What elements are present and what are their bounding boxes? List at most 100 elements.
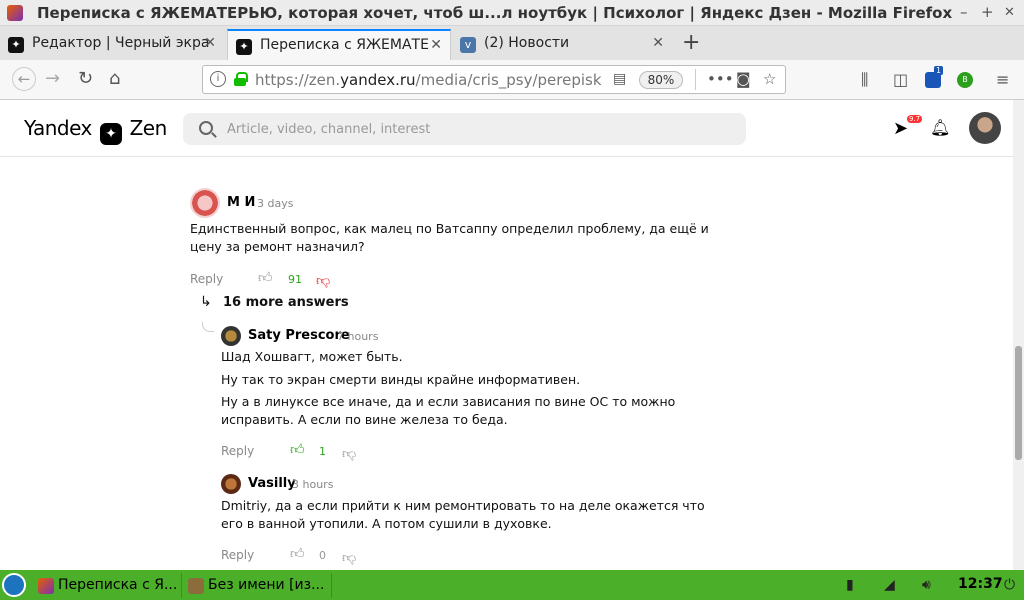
comment-text-line: Единственный вопрос, как малец по Ватсап… bbox=[190, 221, 709, 236]
reader-view-icon[interactable]: ▤ bbox=[613, 71, 626, 87]
home-button[interactable]: ⌂ bbox=[109, 68, 120, 89]
like-count: 0 bbox=[319, 549, 326, 562]
dislike-icon[interactable]: 👎︎ bbox=[316, 272, 330, 289]
comment-text-line: Шад Хошвагт, может быть. bbox=[221, 349, 403, 364]
lock-icon[interactable] bbox=[234, 72, 248, 86]
tab-current-article[interactable]: ✦ Переписка с ЯЖЕМАТЕ ✕ bbox=[227, 29, 451, 60]
reply-button[interactable]: Reply bbox=[221, 548, 254, 562]
like-icon[interactable]: 👍︎ bbox=[258, 269, 273, 286]
clock[interactable]: 12:37 bbox=[958, 576, 1003, 592]
thread-connector bbox=[202, 322, 214, 332]
bookmark-star-icon[interactable]: ☆ bbox=[763, 70, 776, 88]
dislike-icon[interactable]: 👎︎ bbox=[342, 549, 356, 566]
pocket-icon[interactable]: ◙ bbox=[736, 70, 751, 88]
taskbar-item-firefox[interactable]: Переписка с Я... bbox=[36, 573, 182, 598]
like-icon[interactable]: 👍︎ bbox=[290, 545, 305, 562]
menu-icon[interactable]: ≡ bbox=[996, 70, 1009, 89]
comment-text-line: цену за ремонт назначил? bbox=[190, 239, 365, 254]
reply-button[interactable]: Reply bbox=[221, 444, 254, 458]
tab-label: (2) Новости bbox=[484, 35, 570, 51]
power-icon[interactable]: ⏻ bbox=[1004, 577, 1015, 593]
tab-label: Переписка с ЯЖЕМАТЕ bbox=[260, 37, 429, 53]
editor-icon bbox=[188, 578, 204, 594]
tab-vk-news[interactable]: v (2) Новости ✕ bbox=[452, 29, 672, 60]
comment-time: 7 hours bbox=[337, 330, 379, 343]
zen-header: Yandex ✦ Zen ➤ 9.7 🔔︎ bbox=[0, 100, 1013, 157]
network-signal-icon[interactable]: ◢ bbox=[884, 577, 895, 593]
extension-badge: 1 bbox=[934, 66, 944, 75]
divider bbox=[695, 69, 696, 90]
minimize-button[interactable]: – bbox=[960, 3, 968, 21]
dislike-icon[interactable]: 👎︎ bbox=[342, 445, 356, 462]
vk-icon: v bbox=[460, 37, 476, 53]
search-icon bbox=[199, 121, 213, 135]
tab-strip: ✦ Редактор | Черный экра ✕ ✦ Переписка с… bbox=[0, 26, 1024, 60]
scrollbar-thumb[interactable] bbox=[1015, 346, 1022, 460]
logo-text-zen: Zen bbox=[129, 116, 168, 140]
yandex-zen-logo[interactable]: Yandex ✦ Zen bbox=[24, 116, 167, 145]
page-actions-icon[interactable]: ••• bbox=[707, 70, 734, 88]
sidebar-icon[interactable]: ◫ bbox=[893, 70, 908, 89]
url-text[interactable]: https://zen.yandex.ru/media/cris_psy/per… bbox=[255, 71, 605, 89]
zen-icon: ✦ bbox=[8, 37, 24, 53]
window-title: Переписка с ЯЖЕМАТЕРЬЮ, которая хочет, ч… bbox=[37, 4, 953, 22]
tab-label: Редактор | Черный экра bbox=[32, 35, 210, 51]
close-tab-icon[interactable]: ✕ bbox=[430, 37, 442, 53]
comment-text-line: Ну так то экран смерти винды крайне инфо… bbox=[221, 372, 581, 387]
close-window-button[interactable]: ✕ bbox=[1004, 5, 1015, 20]
firefox-icon bbox=[7, 5, 23, 21]
start-menu-button[interactable] bbox=[2, 573, 26, 597]
comment-time: 3 hours bbox=[292, 478, 334, 491]
navigation-toolbar: ← → ↻ ⌂ i https://zen.yandex.ru/media/cr… bbox=[0, 60, 1024, 100]
address-bar[interactable]: i https://zen.yandex.ru/media/cris_psy/p… bbox=[202, 65, 786, 94]
library-icon[interactable]: ⫼ bbox=[861, 70, 868, 90]
firefox-icon bbox=[38, 578, 54, 594]
maximize-button[interactable]: + bbox=[981, 3, 994, 21]
reply-button[interactable]: Reply bbox=[190, 272, 223, 286]
taskbar-item-editor[interactable]: Без имени [из... bbox=[186, 573, 332, 598]
reload-button[interactable]: ↻ bbox=[78, 68, 93, 89]
comment-text-line: его в ванной утопили. А потом сушили в д… bbox=[221, 516, 552, 531]
search-input[interactable] bbox=[227, 119, 707, 139]
window-titlebar: Переписка с ЯЖЕМАТЕРЬЮ, которая хочет, ч… bbox=[0, 0, 1024, 26]
messages-badge: 9.7 bbox=[907, 115, 923, 123]
page-scrollbar[interactable] bbox=[1013, 100, 1024, 570]
new-tab-button[interactable]: + bbox=[682, 30, 700, 55]
taskbar: Переписка с Я... Без имени [из... ▮ ◢ 🔊︎… bbox=[0, 570, 1024, 600]
avatar[interactable] bbox=[221, 326, 241, 346]
comment-text-line: Ну а в линуксе все иначе, да и если зави… bbox=[221, 394, 676, 409]
bell-icon[interactable]: 🔔︎ bbox=[930, 118, 950, 137]
like-count: 91 bbox=[288, 273, 302, 286]
taskbar-item-label: Переписка с Я... bbox=[58, 577, 178, 593]
close-tab-icon[interactable]: ✕ bbox=[204, 35, 216, 51]
search-box[interactable] bbox=[183, 113, 746, 145]
comment-text-line: Dmitriy, да а если прийти к ним ремонтир… bbox=[221, 498, 705, 513]
more-answers-link[interactable]: 16 more answers bbox=[223, 295, 349, 310]
zen-star-icon: ✦ bbox=[99, 123, 122, 145]
extension-green-icon[interactable]: B bbox=[957, 72, 973, 88]
comment-author[interactable]: М И bbox=[227, 195, 255, 210]
user-avatar[interactable] bbox=[969, 112, 1001, 144]
battery-icon[interactable]: ▮ bbox=[846, 577, 854, 593]
zoom-level-button[interactable]: 80% bbox=[639, 71, 683, 89]
like-count: 1 bbox=[319, 445, 326, 458]
reply-arrow-icon: ↳ bbox=[200, 294, 212, 310]
comment-author[interactable]: Vasilly bbox=[248, 476, 296, 491]
tab-editor[interactable]: ✦ Редактор | Черный экра ✕ bbox=[0, 29, 224, 60]
zen-icon: ✦ bbox=[236, 39, 252, 55]
avatar[interactable] bbox=[190, 188, 220, 218]
web-page: Yandex ✦ Zen ➤ 9.7 🔔︎ М И 3 days Единств… bbox=[0, 100, 1013, 570]
messages-icon[interactable]: ➤ bbox=[893, 118, 908, 139]
volume-icon[interactable]: 🔊︎ bbox=[922, 577, 931, 593]
comment-author[interactable]: Saty Prescore bbox=[248, 328, 350, 343]
close-tab-icon[interactable]: ✕ bbox=[652, 35, 664, 51]
logo-text-yandex: Yandex bbox=[24, 116, 92, 140]
back-button[interactable]: ← bbox=[12, 67, 36, 91]
forward-button[interactable]: → bbox=[45, 68, 60, 89]
avatar[interactable] bbox=[221, 474, 241, 494]
info-icon[interactable]: i bbox=[210, 71, 226, 87]
taskbar-item-label: Без имени [из... bbox=[208, 577, 325, 593]
comment-text-line: исправить. А если по вине железа то беда… bbox=[221, 412, 508, 427]
like-icon[interactable]: 👍︎ bbox=[290, 441, 305, 458]
comment-time: 3 days bbox=[257, 197, 294, 210]
